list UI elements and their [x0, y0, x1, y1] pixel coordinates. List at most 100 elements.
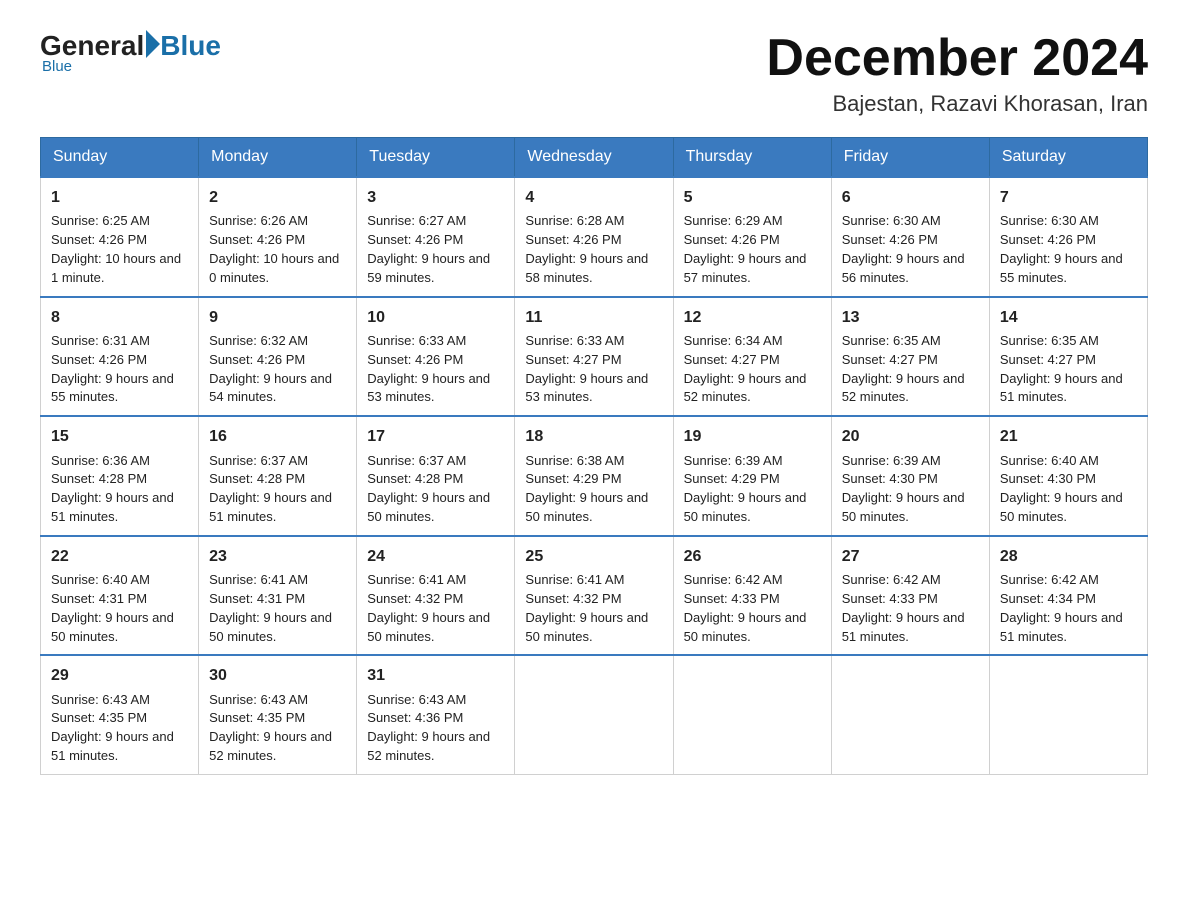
daylight-label: Daylight: 9 hours and 59 minutes.: [367, 251, 490, 285]
calendar-cell: 17Sunrise: 6:37 AMSunset: 4:28 PMDayligh…: [357, 416, 515, 536]
sunrise-label: Sunrise: 6:33 AM: [367, 333, 466, 348]
day-number: 16: [209, 425, 346, 448]
calendar-cell: 5Sunrise: 6:29 AMSunset: 4:26 PMDaylight…: [673, 177, 831, 297]
sunset-label: Sunset: 4:29 PM: [684, 471, 780, 486]
day-number: 26: [684, 545, 821, 568]
daylight-label: Daylight: 9 hours and 56 minutes.: [842, 251, 965, 285]
week-row-5: 29 Sunrise: 6:43 AM Sunset: 4:35 PM Dayligh…: [41, 655, 1148, 774]
sunset-label: Sunset: 4:32 PM: [367, 591, 463, 606]
sunrise-label: Sunrise: 6:39 AM: [842, 453, 941, 468]
day-number: 20: [842, 425, 979, 448]
sunrise-label: Sunrise: 6:41 AM: [525, 572, 624, 587]
calendar-cell: 14Sunrise: 6:35 AMSunset: 4:27 PMDayligh…: [989, 297, 1147, 417]
sunrise-label: Sunrise: 6:34 AM: [684, 333, 783, 348]
daylight-label: Daylight: 9 hours and 50 minutes.: [1000, 490, 1123, 524]
calendar-cell: 3 Sunrise: 6:27 AM Sunset: 4:26 PM Daylight…: [357, 177, 515, 297]
sunrise-label: Sunrise: 6:27 AM: [367, 213, 466, 228]
calendar-cell: 2Sunrise: 6:26 AMSunset: 4:26 PMDaylight…: [199, 177, 357, 297]
sunrise-label: Sunrise: 6:30 AM: [1000, 213, 1099, 228]
calendar-cell: 1Sunrise: 6:25 AMSunset: 4:26 PMDaylight…: [41, 177, 199, 297]
daylight-label: Daylight: 9 hours and 52 minutes.: [684, 371, 807, 405]
day-number: 2: [209, 186, 346, 209]
daylight-label: Daylight: 9 hours and 55 minutes.: [1000, 251, 1123, 285]
col-header-thursday: Thursday: [673, 138, 831, 178]
daylight-label: Daylight: 9 hours and 52 minutes.: [842, 371, 965, 405]
sunset-label: Sunset: 4:26 PM: [1000, 232, 1096, 247]
logo-underline: Blue: [42, 58, 72, 75]
logo-blue-part: Blue: [144, 30, 221, 62]
day-number: 21: [1000, 425, 1137, 448]
day-number: 3: [367, 186, 504, 209]
daylight-label: Daylight: 9 hours and 50 minutes.: [684, 610, 807, 644]
daylight-label: Daylight: 9 hours and 50 minutes.: [842, 490, 965, 524]
calendar-cell: [515, 655, 673, 774]
day-number: 29: [51, 664, 188, 687]
daylight-label: Daylight: 9 hours and 57 minutes.: [684, 251, 807, 285]
sunrise-label: Sunrise: 6:43 AM: [209, 692, 308, 707]
day-number: 15: [51, 425, 188, 448]
calendar-cell: 8Sunrise: 6:31 AMSunset: 4:26 PMDaylight…: [41, 297, 199, 417]
day-number: 30: [209, 664, 346, 687]
sunset-label: Sunset: 4:26 PM: [209, 232, 305, 247]
daylight-label: Daylight: 9 hours and 50 minutes.: [684, 490, 807, 524]
calendar-cell: 16Sunrise: 6:37 AMSunset: 4:28 PMDayligh…: [199, 416, 357, 536]
week-row-2: 8Sunrise: 6:31 AMSunset: 4:26 PMDaylight…: [41, 297, 1148, 417]
calendar-cell: 9Sunrise: 6:32 AMSunset: 4:26 PMDaylight…: [199, 297, 357, 417]
calendar-cell: 25Sunrise: 6:41 AMSunset: 4:32 PMDayligh…: [515, 536, 673, 656]
day-number: 4: [525, 186, 662, 209]
day-number: 12: [684, 306, 821, 329]
title-section: December 2024 Bajestan, Razavi Khorasan,…: [766, 30, 1148, 117]
sunset-label: Sunset: 4:26 PM: [367, 232, 463, 247]
daylight-label: Daylight: 9 hours and 50 minutes.: [367, 490, 490, 524]
sunrise-label: Sunrise: 6:29 AM: [684, 213, 783, 228]
col-header-sunday: Sunday: [41, 138, 199, 178]
sunset-label: Sunset: 4:35 PM: [209, 710, 305, 725]
calendar-cell: 29 Sunrise: 6:43 AM Sunset: 4:35 PM Dayligh…: [41, 655, 199, 774]
sunrise-label: Sunrise: 6:41 AM: [209, 572, 308, 587]
day-number: 8: [51, 306, 188, 329]
sunrise-label: Sunrise: 6:26 AM: [209, 213, 308, 228]
day-number: 25: [525, 545, 662, 568]
day-number: 22: [51, 545, 188, 568]
daylight-label: Daylight: 10 hours and 1 minute.: [51, 251, 181, 285]
daylight-label: Daylight: 9 hours and 54 minutes.: [209, 371, 332, 405]
sunset-label: Sunset: 4:33 PM: [684, 591, 780, 606]
sunset-label: Sunset: 4:31 PM: [51, 591, 147, 606]
sunrise-label: Sunrise: 6:43 AM: [367, 692, 466, 707]
sunset-label: Sunset: 4:30 PM: [1000, 471, 1096, 486]
calendar-cell: 24Sunrise: 6:41 AMSunset: 4:32 PMDayligh…: [357, 536, 515, 656]
sunset-label: Sunset: 4:35 PM: [51, 710, 147, 725]
calendar-header-row: SundayMondayTuesdayWednesdayThursdayFrid…: [41, 138, 1148, 178]
sunrise-label: Sunrise: 6:37 AM: [367, 453, 466, 468]
col-header-monday: Monday: [199, 138, 357, 178]
calendar-cell: 15Sunrise: 6:36 AMSunset: 4:28 PMDayligh…: [41, 416, 199, 536]
day-number: 28: [1000, 545, 1137, 568]
week-row-3: 15Sunrise: 6:36 AMSunset: 4:28 PMDayligh…: [41, 416, 1148, 536]
sunrise-label: Sunrise: 6:40 AM: [51, 572, 150, 587]
calendar-cell: 12Sunrise: 6:34 AMSunset: 4:27 PMDayligh…: [673, 297, 831, 417]
daylight-label: Daylight: 9 hours and 51 minutes.: [51, 490, 174, 524]
sunrise-label: Sunrise: 6:37 AM: [209, 453, 308, 468]
day-number: 6: [842, 186, 979, 209]
daylight-label: Daylight: 9 hours and 53 minutes.: [525, 371, 648, 405]
week-row-1: 1Sunrise: 6:25 AMSunset: 4:26 PMDaylight…: [41, 177, 1148, 297]
calendar-cell: 4Sunrise: 6:28 AMSunset: 4:26 PMDaylight…: [515, 177, 673, 297]
page-header: General Blue Blue December 2024 Bajestan…: [40, 30, 1148, 117]
sunset-label: Sunset: 4:28 PM: [209, 471, 305, 486]
day-number: 1: [51, 186, 188, 209]
daylight-label: Daylight: 9 hours and 51 minutes.: [51, 729, 174, 763]
sunrise-label: Sunrise: 6:35 AM: [842, 333, 941, 348]
sunset-label: Sunset: 4:26 PM: [842, 232, 938, 247]
daylight-label: Daylight: 9 hours and 51 minutes.: [1000, 371, 1123, 405]
calendar-cell: 6Sunrise: 6:30 AMSunset: 4:26 PMDaylight…: [831, 177, 989, 297]
day-number: 19: [684, 425, 821, 448]
sunset-label: Sunset: 4:32 PM: [525, 591, 621, 606]
sunset-label: Sunset: 4:27 PM: [1000, 352, 1096, 367]
calendar-cell: 22Sunrise: 6:40 AMSunset: 4:31 PMDayligh…: [41, 536, 199, 656]
sunrise-label: Sunrise: 6:42 AM: [684, 572, 783, 587]
calendar-cell: 11Sunrise: 6:33 AMSunset: 4:27 PMDayligh…: [515, 297, 673, 417]
calendar-cell: 7Sunrise: 6:30 AMSunset: 4:26 PMDaylight…: [989, 177, 1147, 297]
sunrise-label: Sunrise: 6:43 AM: [51, 692, 150, 707]
sunset-label: Sunset: 4:27 PM: [525, 352, 621, 367]
logo: General Blue Blue: [40, 30, 221, 75]
